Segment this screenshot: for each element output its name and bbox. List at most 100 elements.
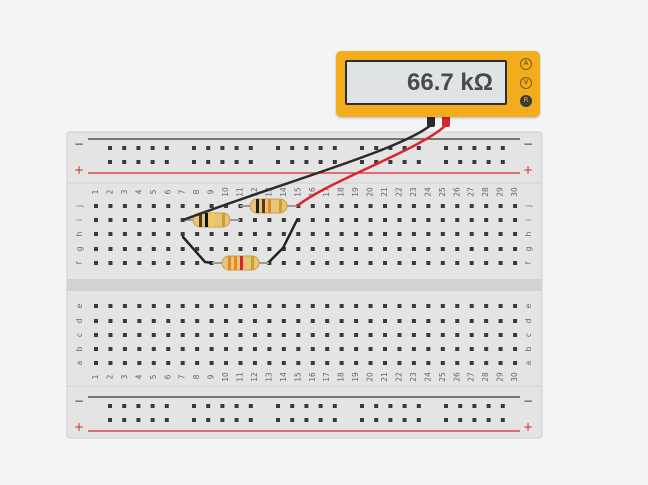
breadboard-hole[interactable] xyxy=(248,146,253,150)
breadboard-hole[interactable] xyxy=(498,261,503,265)
breadboard-hole[interactable] xyxy=(455,361,460,365)
breadboard-hole[interactable] xyxy=(513,319,518,323)
breadboard-hole[interactable] xyxy=(281,319,286,323)
breadboard-hole[interactable] xyxy=(484,347,489,351)
breadboard-hole[interactable] xyxy=(122,333,127,337)
breadboard-hole[interactable] xyxy=(136,160,141,164)
breadboard-hole[interactable] xyxy=(151,232,156,236)
breadboard-hole[interactable] xyxy=(472,404,477,408)
breadboard-hole[interactable] xyxy=(224,247,229,251)
breadboard-hole[interactable] xyxy=(108,404,112,408)
breadboard-hole[interactable] xyxy=(484,218,489,222)
breadboard-hole[interactable] xyxy=(252,232,257,236)
breadboard-hole[interactable] xyxy=(209,319,214,323)
breadboard-hole[interactable] xyxy=(234,160,239,164)
breadboard-hole[interactable] xyxy=(180,261,185,265)
breadboard-hole[interactable] xyxy=(416,146,421,150)
breadboard-hole[interactable] xyxy=(486,404,491,408)
breadboard-hole[interactable] xyxy=(484,304,489,308)
breadboard-hole[interactable] xyxy=(180,304,185,308)
breadboard-hole[interactable] xyxy=(374,418,379,422)
breadboard-hole[interactable] xyxy=(368,218,373,222)
breadboard-hole[interactable] xyxy=(252,319,257,323)
breadboard-hole[interactable] xyxy=(325,232,330,236)
breadboard-hole[interactable] xyxy=(383,347,387,351)
breadboard-hole[interactable] xyxy=(383,247,387,251)
breadboard-hole[interactable] xyxy=(440,333,445,337)
breadboard-hole[interactable] xyxy=(486,418,491,422)
breadboard-hole[interactable] xyxy=(94,304,98,308)
breadboard-hole[interactable] xyxy=(151,304,156,308)
breadboard-hole[interactable] xyxy=(220,404,225,408)
breadboard-hole[interactable] xyxy=(354,204,359,208)
breadboard-hole[interactable] xyxy=(339,361,344,365)
breadboard-hole[interactable] xyxy=(411,319,416,323)
breadboard[interactable]: − − + + − − + + 112233445566778899101011… xyxy=(0,0,648,485)
breadboard-hole[interactable] xyxy=(108,160,112,164)
breadboard-hole[interactable] xyxy=(325,361,330,365)
breadboard-hole[interactable] xyxy=(195,361,200,365)
breadboard-hole[interactable] xyxy=(354,347,359,351)
breadboard-hole[interactable] xyxy=(440,319,445,323)
breadboard-hole[interactable] xyxy=(368,232,373,236)
breadboard-hole[interactable] xyxy=(455,218,460,222)
breadboard-hole[interactable] xyxy=(276,418,280,422)
breadboard-hole[interactable] xyxy=(354,361,359,365)
breadboard-hole[interactable] xyxy=(304,404,309,408)
breadboard-hole[interactable] xyxy=(220,146,225,150)
breadboard-hole[interactable] xyxy=(151,247,156,251)
breadboard-hole[interactable] xyxy=(108,347,113,351)
breadboard-hole[interactable] xyxy=(402,418,407,422)
breadboard-hole[interactable] xyxy=(206,160,211,164)
breadboard-hole[interactable] xyxy=(332,160,337,164)
breadboard-hole[interactable] xyxy=(220,418,225,422)
breadboard-hole[interactable] xyxy=(192,404,196,408)
breadboard-hole[interactable] xyxy=(137,347,142,351)
breadboard-hole[interactable] xyxy=(354,261,359,265)
breadboard-hole[interactable] xyxy=(108,333,113,337)
breadboard-hole[interactable] xyxy=(339,232,344,236)
breadboard-hole[interactable] xyxy=(238,319,243,323)
breadboard-hole[interactable] xyxy=(325,261,330,265)
breadboard-hole[interactable] xyxy=(151,204,156,208)
breadboard-hole[interactable] xyxy=(368,204,373,208)
breadboard-hole[interactable] xyxy=(166,247,171,251)
breadboard-hole[interactable] xyxy=(122,404,127,408)
breadboard-hole[interactable] xyxy=(318,160,323,164)
breadboard-hole[interactable] xyxy=(472,146,477,150)
breadboard-hole[interactable] xyxy=(180,347,185,351)
breadboard-hole[interactable] xyxy=(122,160,127,164)
breadboard-hole[interactable] xyxy=(290,160,295,164)
breadboard-hole[interactable] xyxy=(94,347,98,351)
breadboard-hole[interactable] xyxy=(368,247,373,251)
voltmeter-mode-button[interactable]: V xyxy=(520,77,532,89)
breadboard-hole[interactable] xyxy=(325,218,330,222)
breadboard-hole[interactable] xyxy=(137,247,142,251)
breadboard-hole[interactable] xyxy=(224,333,229,337)
breadboard-hole[interactable] xyxy=(150,418,155,422)
breadboard-hole[interactable] xyxy=(166,347,171,351)
breadboard-hole[interactable] xyxy=(136,418,141,422)
breadboard-hole[interactable] xyxy=(455,261,460,265)
breadboard-hole[interactable] xyxy=(513,218,518,222)
breadboard-hole[interactable] xyxy=(238,247,243,251)
breadboard-hole[interactable] xyxy=(310,347,315,351)
breadboard-hole[interactable] xyxy=(122,304,127,308)
breadboard-hole[interactable] xyxy=(455,347,460,351)
breadboard-hole[interactable] xyxy=(94,319,98,323)
breadboard-hole[interactable] xyxy=(416,404,421,408)
breadboard-hole[interactable] xyxy=(238,232,243,236)
breadboard-hole[interactable] xyxy=(498,319,503,323)
breadboard-hole[interactable] xyxy=(426,261,431,265)
breadboard-hole[interactable] xyxy=(304,146,309,150)
breadboard-hole[interactable] xyxy=(416,418,421,422)
breadboard-hole[interactable] xyxy=(498,218,503,222)
breadboard-hole[interactable] xyxy=(484,204,489,208)
breadboard-hole[interactable] xyxy=(325,347,330,351)
breadboard-hole[interactable] xyxy=(281,218,286,222)
breadboard-hole[interactable] xyxy=(234,404,239,408)
breadboard-hole[interactable] xyxy=(455,204,460,208)
breadboard-hole[interactable] xyxy=(248,418,253,422)
breadboard-hole[interactable] xyxy=(166,304,171,308)
breadboard-hole[interactable] xyxy=(180,204,185,208)
